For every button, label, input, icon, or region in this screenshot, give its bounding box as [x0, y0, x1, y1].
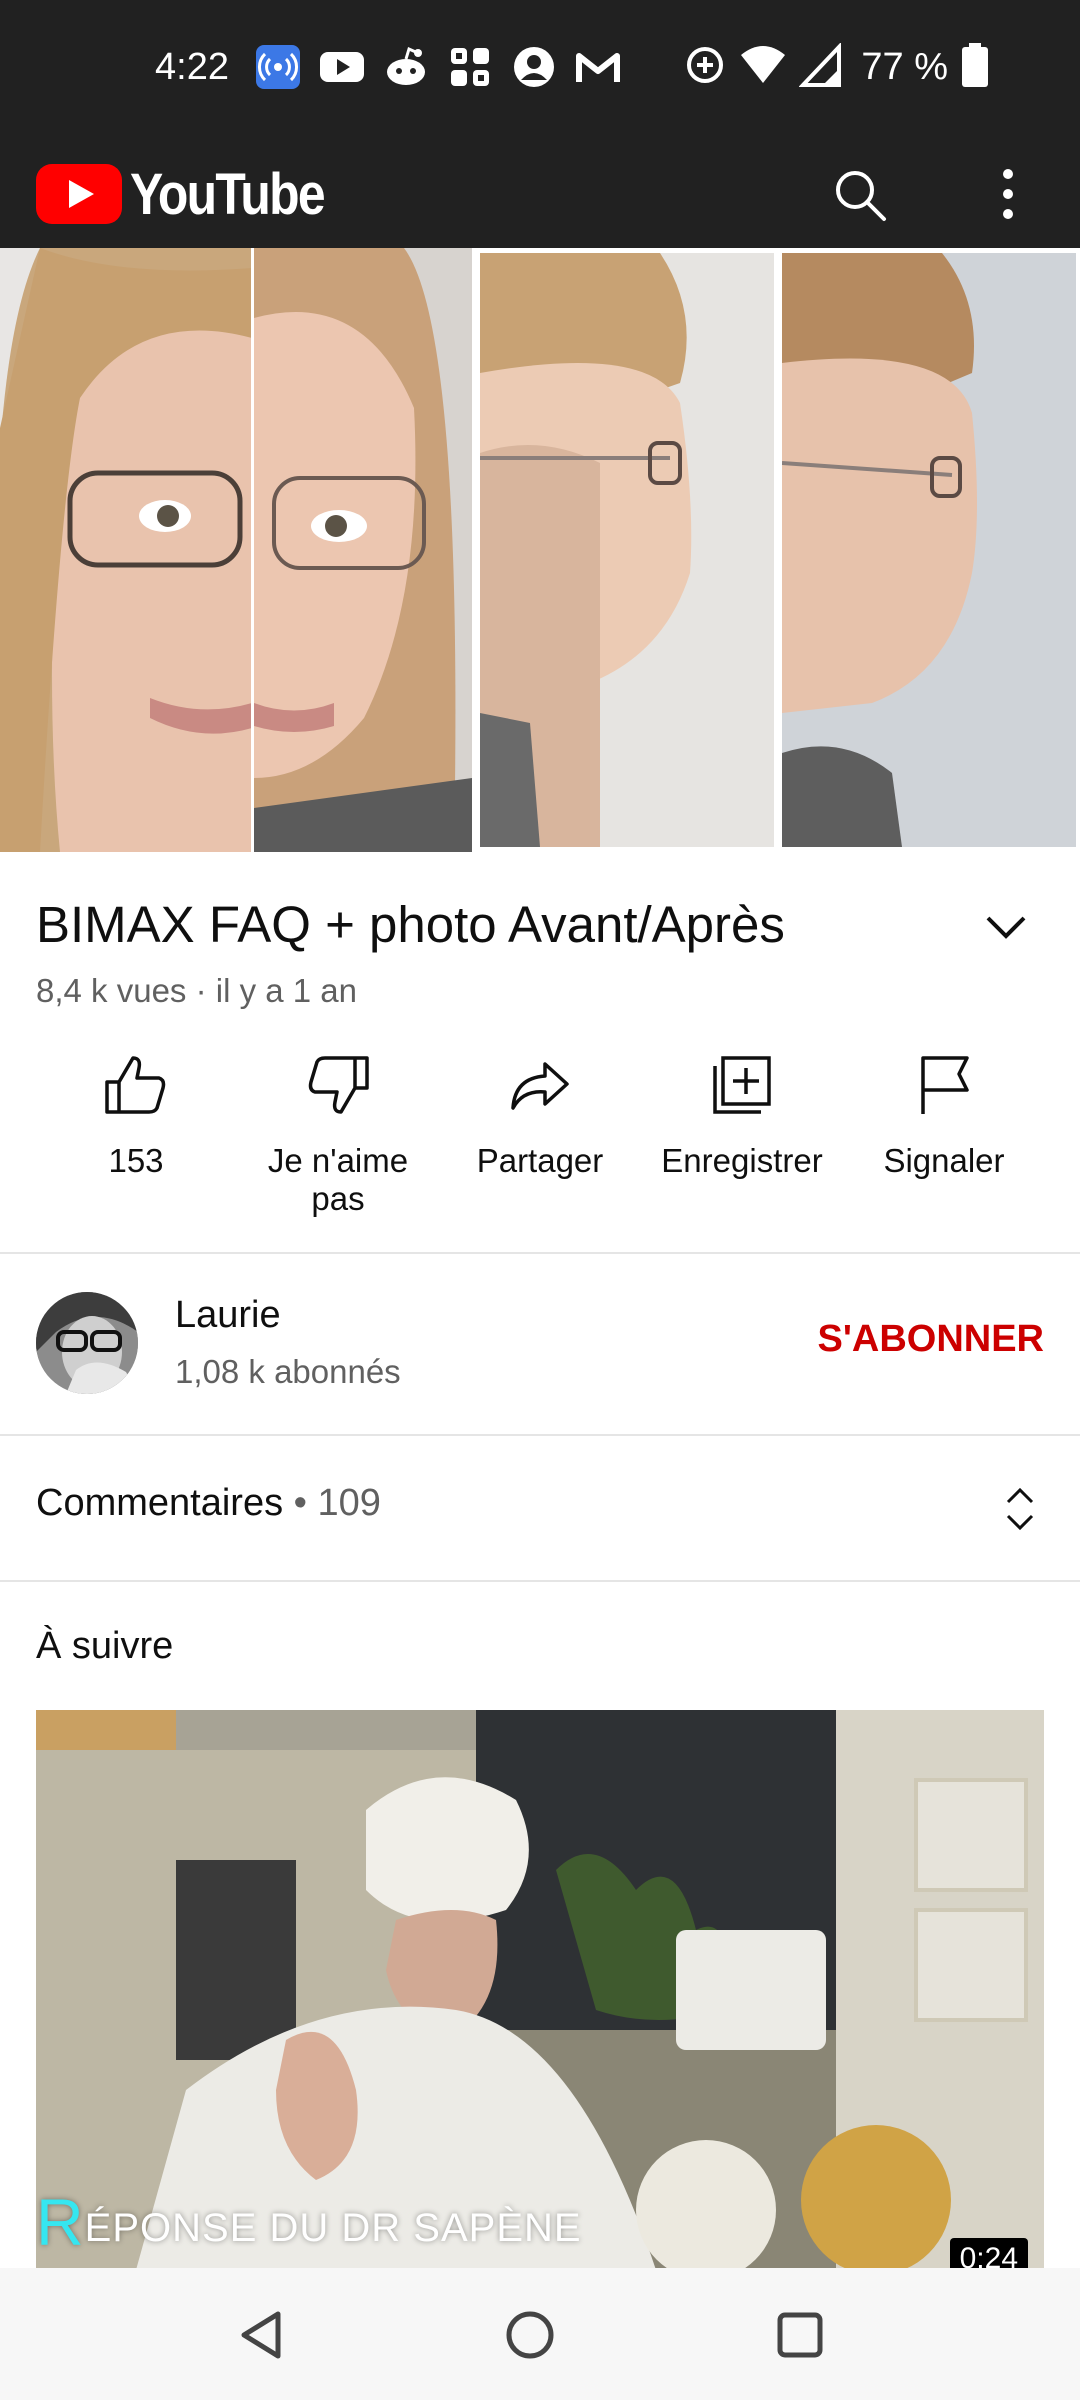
home-icon[interactable] [495, 2300, 565, 2370]
back-icon[interactable] [228, 2300, 298, 2370]
photo-profile-before [480, 253, 774, 847]
report-button[interactable]: Signaler [844, 1050, 1044, 1180]
comments-header[interactable]: Commentaires • 109 [36, 1482, 381, 1525]
flag-icon [921, 1056, 969, 1114]
expand-collapse-icon[interactable] [1002, 1484, 1038, 1534]
add-to-playlist-icon [713, 1056, 771, 1114]
subscribe-button[interactable]: S'ABONNER [818, 1318, 1045, 1361]
video-player[interactable] [0, 248, 1080, 852]
account-icon [511, 44, 557, 90]
gmail-icon [575, 44, 621, 90]
youtube-logo[interactable]: YouTube [36, 140, 355, 248]
system-nav-bar [0, 2268, 1080, 2400]
action-row: 153 Je n'aime pas Partager Enregistrer S… [0, 1050, 1080, 1225]
thumb-up-icon [105, 1056, 166, 1114]
like-button[interactable]: 153 [36, 1050, 236, 1180]
next-video-thumbnail[interactable]: RÉPONSE DU DR SAPÈNE 0:24 [36, 1710, 1044, 2270]
data-saver-icon [683, 43, 727, 92]
logo-text: YouTube [130, 161, 326, 227]
app-bar: YouTube [0, 140, 1080, 248]
share-label: Partager [476, 1142, 604, 1179]
reddit-icon [383, 44, 429, 90]
wifi-icon [739, 43, 787, 92]
grid-app-icon [447, 44, 493, 90]
system-status-icons: 77 % [683, 41, 990, 93]
recents-icon[interactable] [765, 2300, 835, 2370]
divider [0, 1252, 1080, 1254]
dislike-button[interactable]: Je n'aime pas [238, 1050, 438, 1218]
save-button[interactable]: Enregistrer [642, 1050, 842, 1180]
video-meta: 8,4 k vues · il y a 1 an [36, 972, 357, 1009]
next-video-caption: RÉPONSE DU DR SAPÈNE [36, 2185, 582, 2259]
youtube-icon [319, 44, 365, 90]
status-time: 4:22 [155, 46, 229, 88]
comments-count: • 109 [293, 1482, 381, 1524]
signal-icon [798, 41, 843, 92]
avatar[interactable] [36, 1292, 138, 1394]
up-next-label: À suivre [36, 1625, 174, 1667]
photo-front-after [254, 248, 472, 852]
like-count: 153 [108, 1142, 164, 1179]
photo-profile-after [782, 253, 1076, 847]
report-label: Signaler [883, 1142, 1005, 1179]
divider [0, 1434, 1080, 1436]
save-label: Enregistrer [661, 1142, 823, 1179]
thumb-down-icon [308, 1056, 369, 1114]
battery-icon [960, 42, 990, 93]
duration-badge: 0:24 [949, 2238, 1028, 2270]
battery-percent: 77 % [861, 45, 948, 88]
dislike-label: Je n'aime pas [267, 1142, 409, 1217]
more-vert-icon[interactable] [978, 162, 1038, 226]
notification-icons [255, 42, 621, 92]
status-bar: 4:22 77 % [0, 0, 1080, 140]
comments-label: Commentaires [36, 1482, 284, 1524]
broadcast-icon [255, 44, 301, 90]
divider [0, 1580, 1080, 1582]
search-icon[interactable] [830, 165, 890, 225]
chevron-down-icon[interactable] [980, 900, 1032, 952]
subscriber-count: 1,08 k abonnés [175, 1353, 401, 1390]
video-title[interactable]: BIMAX FAQ + photo Avant/Après [36, 895, 785, 954]
share-button[interactable]: Partager [440, 1050, 640, 1180]
photo-front-before [0, 248, 252, 852]
channel-name[interactable]: Laurie [175, 1294, 281, 1337]
share-icon [511, 1062, 569, 1110]
youtube-play-logo-icon [36, 164, 122, 224]
